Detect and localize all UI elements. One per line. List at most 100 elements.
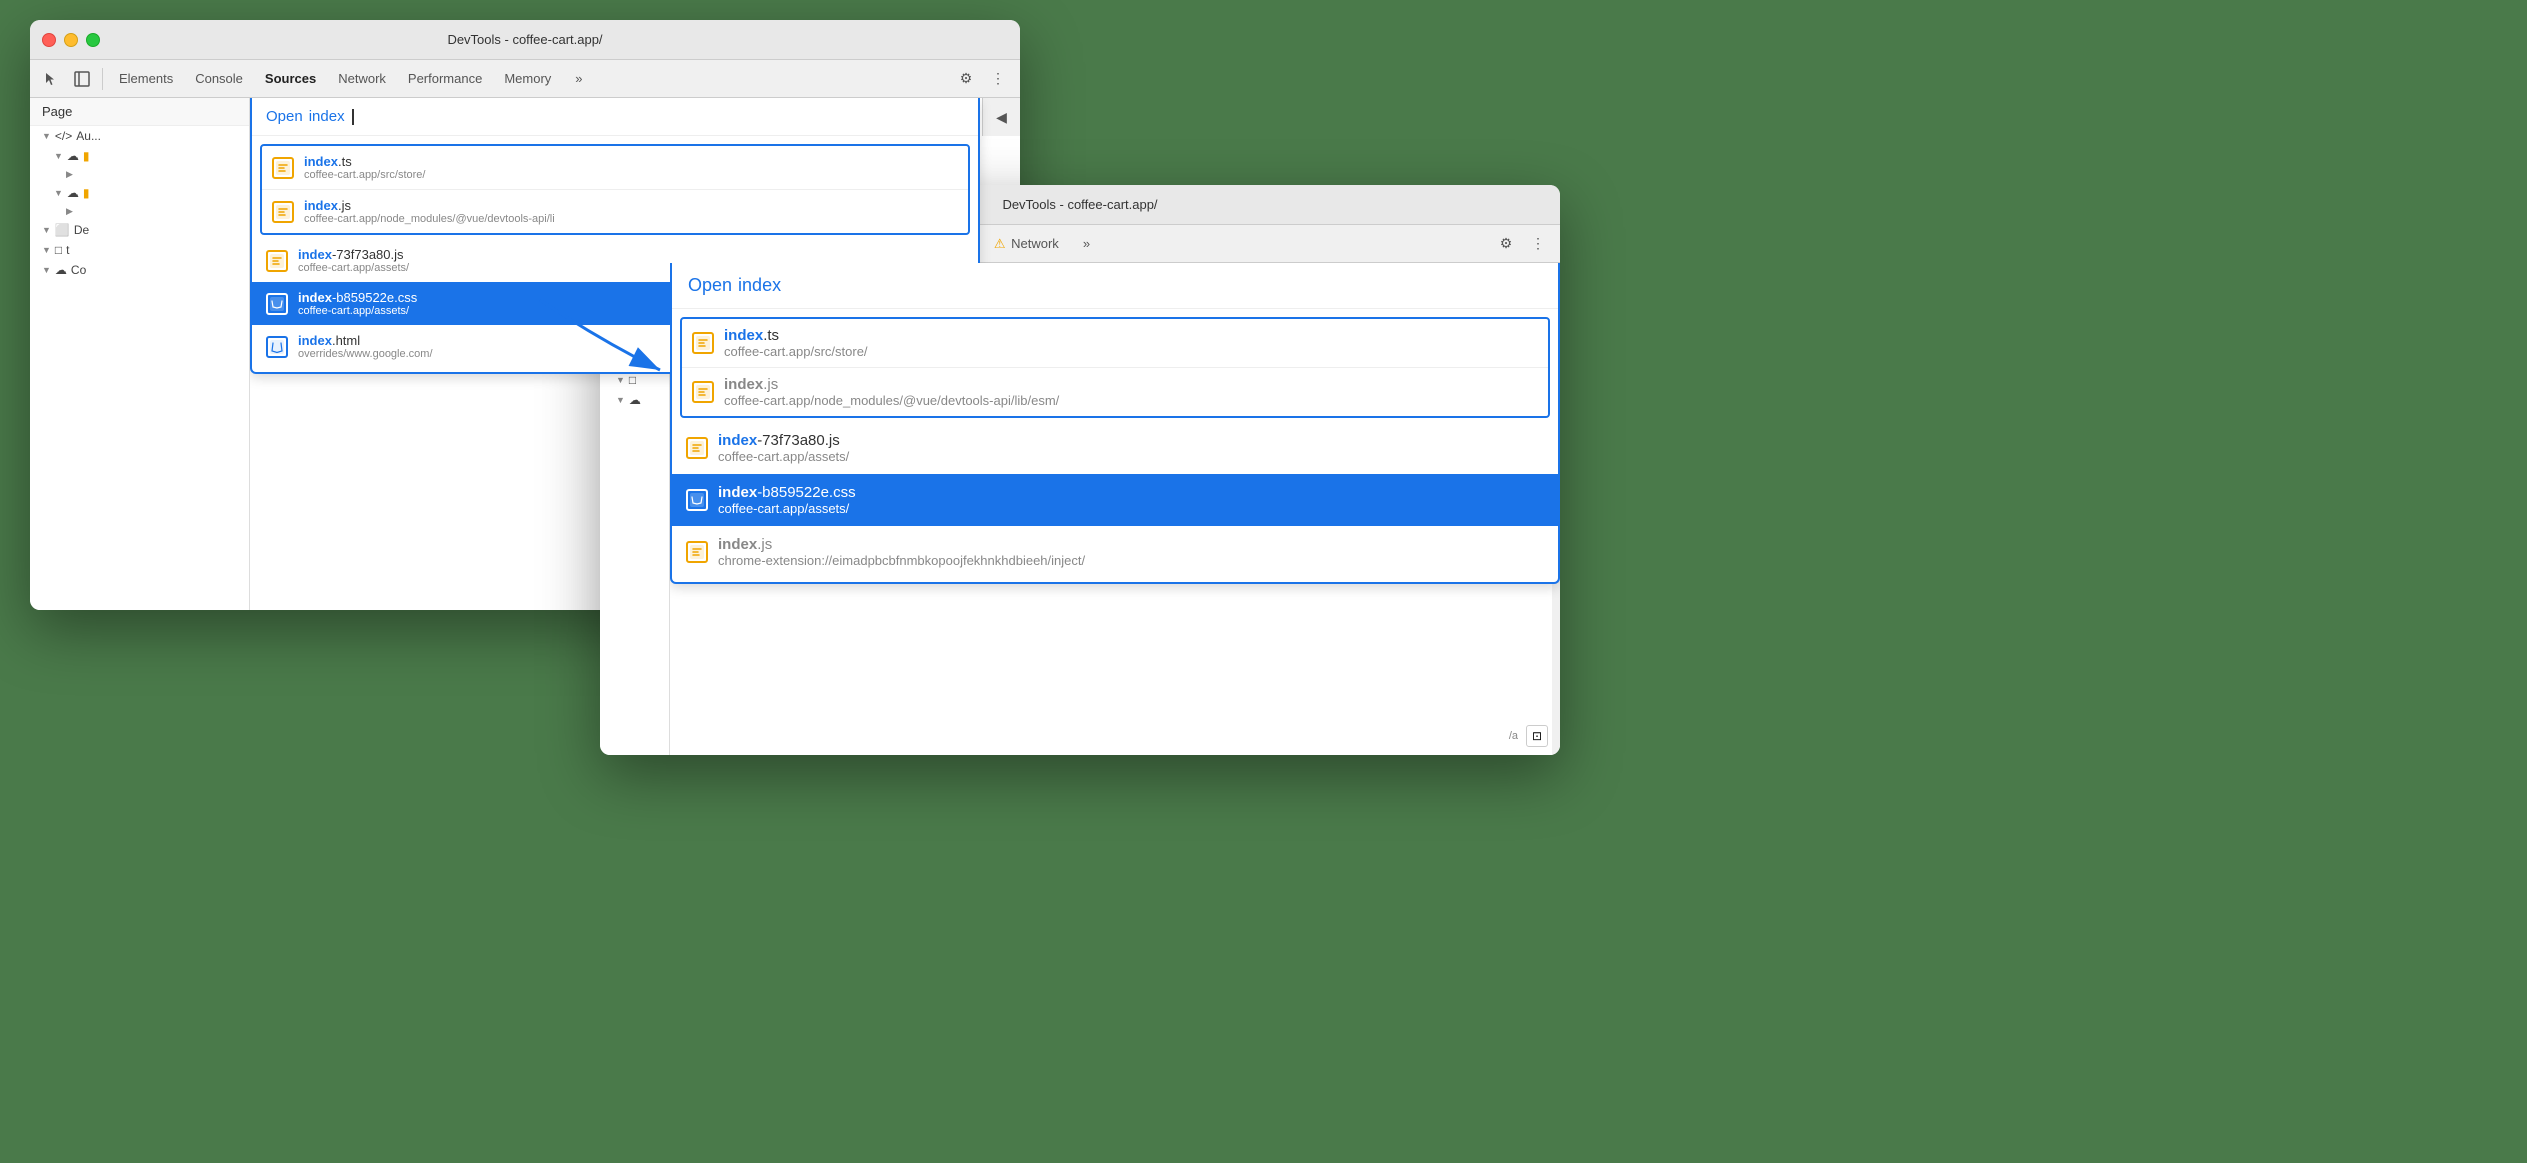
open-typed-2: index: [738, 275, 781, 296]
close-button-1[interactable]: [42, 33, 56, 47]
bottom-icon-box[interactable]: ⊡: [1526, 725, 1548, 747]
window-title-2: DevTools - coffee-cart.app/: [1002, 197, 1157, 212]
highlight-box-1: index.ts coffee-cart.app/src/store/: [260, 144, 970, 235]
panel-toggle-icon[interactable]: [68, 65, 96, 93]
file-name-css-2: index-b859522e.css: [718, 484, 856, 501]
file-name-css-1: index-b859522e.css: [298, 290, 417, 305]
settings-icon-1[interactable]: ⚙: [952, 65, 980, 93]
tree-item-4[interactable]: ▼ ☁ ▮: [30, 183, 249, 203]
tree-arrow-2-6: ▼: [616, 395, 625, 405]
file-info-js-1: index.js coffee-cart.app/node_modules/@v…: [304, 198, 555, 225]
file-item-index-ts-1[interactable]: index.ts coffee-cart.app/src/store/: [262, 146, 968, 190]
file-item-index-ts-2[interactable]: index.ts coffee-cart.app/src/store/: [682, 319, 1548, 368]
file-info-css-1: index-b859522e.css coffee-cart.app/asset…: [298, 290, 417, 317]
window-controls-1: [42, 33, 100, 47]
tab-network-1[interactable]: Network: [328, 67, 396, 90]
collapse-button-1[interactable]: ◀: [982, 98, 1020, 136]
cursor-bar-1: [352, 109, 354, 125]
tree-cloud-icon-3: ☁: [55, 263, 67, 277]
bottom-slash-label: /a: [1509, 730, 1518, 742]
file-name-js-ext-2: index.js: [718, 536, 1085, 553]
tree-label-7: t: [66, 243, 69, 257]
tree-cloud-2-2: ☁: [629, 393, 641, 407]
tab-more-2[interactable]: »: [1073, 232, 1100, 255]
tree-arrow-4: ▼: [54, 188, 63, 198]
file-list-2: index.ts coffee-cart.app/src/store/: [672, 309, 1558, 582]
toolbar-separator: [102, 68, 103, 90]
tree-arrow-8: ▼: [42, 265, 51, 275]
highlight-box-2: index.ts coffee-cart.app/src/store/: [680, 317, 1550, 418]
tab-elements-1[interactable]: Elements: [109, 67, 183, 90]
file-path-73f-1: coffee-cart.app/assets/: [298, 262, 409, 274]
file-name-ts-1: index.ts: [304, 154, 425, 169]
more-icon-1[interactable]: ⋮: [984, 65, 1012, 93]
file-item-index-73f-2[interactable]: index-73f73a80.js coffee-cart.app/assets…: [672, 422, 1558, 474]
file-path-css-1: coffee-cart.app/assets/: [298, 305, 417, 317]
file-path-js-1: coffee-cart.app/node_modules/@vue/devtoo…: [304, 213, 555, 225]
tree-label-2: ▮: [83, 149, 90, 163]
tree-arrow-7: ▼: [42, 245, 51, 255]
file-item-index-js-ext-2[interactable]: index.js chrome-extension://eimadpbcbfnm…: [672, 526, 1558, 578]
file-item-index-js-2[interactable]: index.js coffee-cart.app/node_modules/@v…: [682, 368, 1548, 416]
cursor-icon[interactable]: [38, 65, 66, 93]
tree-item-3[interactable]: ▶: [30, 166, 249, 183]
tree-code-icon: </>: [55, 129, 72, 143]
content-2: Page ▼ </> A ▼ ☁ ▼ ⬜ ▼ ⬡ D ▼ □: [600, 263, 1560, 755]
file-icon-ts-2: [692, 332, 714, 354]
tree-arrow-6: ▼: [42, 225, 51, 235]
tree-label-4: ▮: [83, 186, 90, 200]
file-info-73f-1: index-73f73a80.js coffee-cart.app/assets…: [298, 247, 409, 274]
file-path-73f-2: coffee-cart.app/assets/: [718, 449, 849, 464]
minimize-button-1[interactable]: [64, 33, 78, 47]
open-label-1: Open: [266, 108, 303, 125]
file-info-html-1: index.html overrides/www.google.com/: [298, 333, 433, 360]
tab-console-1[interactable]: Console: [185, 67, 253, 90]
open-file-dialog-2: Open index: [670, 263, 1560, 584]
tree-item-5[interactable]: ▶: [30, 203, 249, 220]
file-path-js-ext-2: chrome-extension://eimadpbcbfnmbkopoojfe…: [718, 553, 1085, 568]
file-info-ts-2: index.ts coffee-cart.app/src/store/: [724, 327, 868, 359]
file-name-73f-2: index-73f73a80.js: [718, 432, 849, 449]
tree-item-6[interactable]: ▼ ⬜ De: [30, 220, 249, 240]
file-icon-js-1: [272, 201, 294, 223]
file-icon-73f-2: [686, 437, 708, 459]
tab-sources-1[interactable]: Sources: [255, 67, 326, 90]
file-name-js-2: index.js: [724, 376, 1059, 393]
tree-item-1[interactable]: ▼ </> Au...: [30, 126, 249, 146]
page-tab-1[interactable]: Page: [30, 98, 249, 126]
tree-item-2[interactable]: ▼ ☁ ▮: [30, 146, 249, 166]
tree-item-2-6[interactable]: ▼ ☁: [600, 390, 669, 410]
toolbar-right-1: ⚙ ⋮: [952, 65, 1012, 93]
open-file-input-1[interactable]: Open index: [252, 98, 978, 136]
settings-icon-2[interactable]: ⚙: [1492, 230, 1520, 258]
tree-item-7[interactable]: ▼ □ t: [30, 240, 249, 260]
file-icon-73f-1: [266, 250, 288, 272]
file-info-js-ext-2: index.js chrome-extension://eimadpbcbfnm…: [718, 536, 1085, 568]
toolbar-1: Elements Console Sources Network Perform…: [30, 60, 1020, 98]
maximize-button-1[interactable]: [86, 33, 100, 47]
open-file-input-2[interactable]: Open index: [672, 263, 1558, 309]
bottom-right-tools: /a ⊡: [1509, 725, 1548, 747]
sidebar-1: Page ▼ </> Au... ▼ ☁ ▮ ▶ ▼ ☁ ▮ ▶: [30, 98, 250, 610]
tree-arrow-1: ▼: [42, 131, 51, 141]
more-icon-2[interactable]: ⋮: [1524, 230, 1552, 258]
file-path-css-2: coffee-cart.app/assets/: [718, 501, 856, 516]
main-area-2: Open index: [670, 263, 1560, 755]
file-name-html-1: index.html: [298, 333, 433, 348]
tree-arrow-5: ▶: [66, 206, 73, 217]
tree-box-2-2: □: [629, 373, 636, 387]
tab-memory-1[interactable]: Memory: [494, 67, 561, 90]
file-icon-css-2: [686, 489, 708, 511]
tab-performance-1[interactable]: Performance: [398, 67, 492, 90]
file-path-ts-1: coffee-cart.app/src/store/: [304, 169, 425, 181]
tab-network-2[interactable]: ⚠ Network: [984, 232, 1069, 256]
file-item-index-css-2[interactable]: index-b859522e.css coffee-cart.app/asset…: [672, 474, 1558, 526]
file-item-index-js-1[interactable]: index.js coffee-cart.app/node_modules/@v…: [262, 190, 968, 233]
warning-icon: ⚠: [994, 236, 1006, 251]
open-label-2: Open: [688, 275, 732, 296]
file-name-js-1: index.js: [304, 198, 555, 213]
tree-item-8[interactable]: ▼ ☁ Co: [30, 260, 249, 280]
tab-more-1[interactable]: »: [565, 67, 592, 90]
tree-label-8: Co: [71, 263, 86, 277]
tree-arrow-2-5: ▼: [616, 375, 625, 385]
